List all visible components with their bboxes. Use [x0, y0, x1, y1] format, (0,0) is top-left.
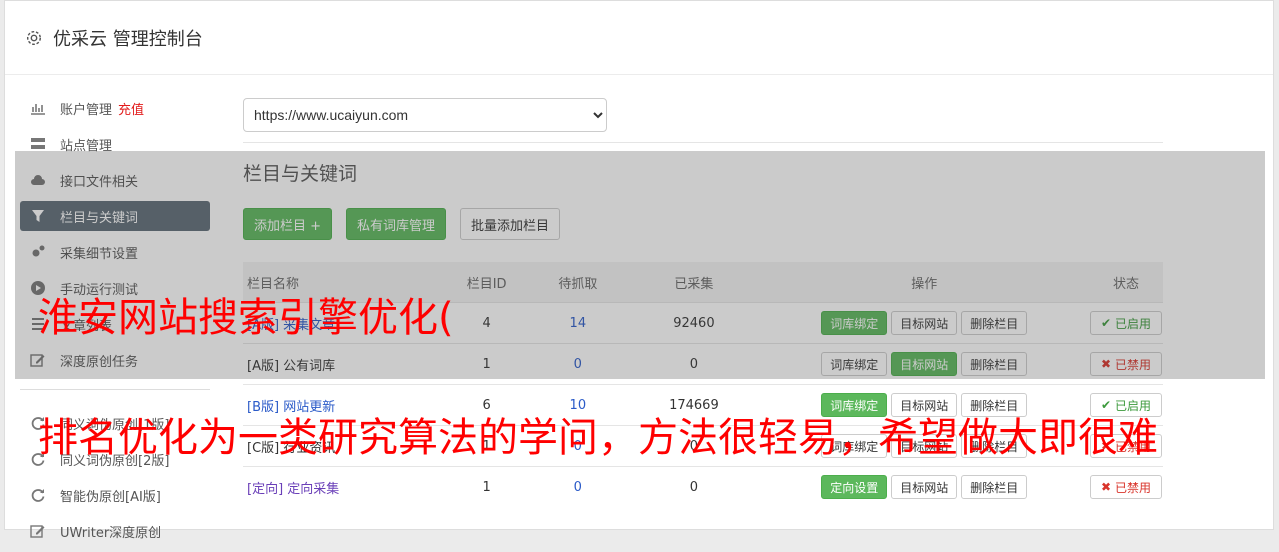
check-icon: ✔	[1101, 398, 1112, 412]
section-title: 栏目与关键词	[243, 163, 358, 185]
pending-count[interactable]: 0	[527, 343, 629, 385]
column-name-link[interactable]: [B版] 网站更新	[247, 400, 335, 415]
column-id: 4	[446, 302, 528, 344]
close-icon: ✖	[1101, 357, 1112, 371]
toolbar: 添加栏目 + 私有词库管理 批量添加栏目	[243, 208, 1163, 240]
recharge-link[interactable]: 充值	[118, 99, 144, 118]
pending-count[interactable]: 14	[527, 302, 629, 344]
bar-chart-icon	[31, 104, 45, 115]
gear-icon	[26, 30, 42, 45]
sidebar-divider	[20, 389, 210, 390]
sidebar-item-label: 栏目与关键词	[60, 210, 139, 226]
status-label: 已禁用	[1114, 480, 1151, 495]
pending-count[interactable]: 0	[527, 466, 629, 507]
column-header: 已采集	[628, 262, 760, 303]
divider	[243, 142, 1163, 143]
batch-add-button[interactable]: 批量添加栏目	[460, 208, 561, 240]
column-id: 1	[446, 343, 528, 385]
table-row: [A版] 公有词库 1 0 0 词库绑定 目标网站 删除栏目 ✖ 已禁用	[243, 343, 1163, 385]
sidebar-item-collect-settings[interactable]: 采集细节设置	[20, 237, 210, 267]
target-site-button[interactable]: 目标网站	[891, 352, 958, 376]
page-title: 优采云 管理控制台	[53, 28, 203, 50]
column-header: 操作	[759, 262, 1089, 303]
delete-column-button[interactable]: 删除栏目	[961, 475, 1028, 499]
sidebar-item-label: UWriter深度原创	[60, 525, 162, 541]
target-site-button[interactable]: 目标网站	[891, 393, 958, 417]
watermark-line-2: 排名优化为一类研究算法的学问，方法很轻易，希望做大即很难	[38, 415, 1158, 461]
delete-column-button[interactable]: 删除栏目	[961, 393, 1028, 417]
column-header: 状态	[1089, 262, 1163, 303]
bind-lexicon-button[interactable]: 词库绑定	[821, 352, 888, 376]
edit-icon	[30, 354, 45, 367]
close-icon: ✖	[1101, 480, 1112, 494]
sidebar-item-columns[interactable]: 栏目与关键词	[20, 201, 210, 231]
status-toggle[interactable]: ✖ 已禁用	[1090, 352, 1162, 376]
target-site-button[interactable]: 目标网站	[891, 311, 958, 335]
delete-column-button[interactable]: 删除栏目	[961, 352, 1028, 376]
status-label: 已禁用	[1114, 357, 1151, 372]
table-row: [定向] 定向采集 1 0 0 定向设置 目标网站 删除栏目 ✖ 已禁用	[243, 466, 1163, 507]
column-header: 待抓取	[527, 262, 629, 303]
watermark-line-1: 淮安网站搜索引擎优化(	[38, 295, 454, 341]
delete-column-button[interactable]: 删除栏目	[961, 311, 1028, 335]
sidebar-item-account[interactable]: 账户管理 充值	[20, 93, 210, 123]
column-name-link[interactable]: [定向] 定向采集	[247, 482, 339, 497]
direct-settings-button[interactable]: 定向设置	[821, 475, 888, 499]
column-name-link[interactable]: [A版] 公有词库	[247, 359, 335, 374]
collected-count: 0	[628, 466, 760, 507]
page-header: 优采云 管理控制台	[5, 1, 1273, 75]
column-header: 栏目ID	[446, 262, 528, 303]
sidebar-item-label: 站点管理	[60, 138, 113, 154]
filter-icon	[32, 210, 44, 222]
status-toggle[interactable]: ✔ 已启用	[1090, 311, 1162, 335]
bind-lexicon-button[interactable]: 词库绑定	[821, 393, 888, 417]
refresh-icon	[31, 489, 45, 502]
bind-lexicon-button[interactable]: 词库绑定	[821, 311, 888, 335]
sidebar-item-label: 采集细节设置	[60, 246, 139, 262]
add-column-button[interactable]: 添加栏目 +	[243, 208, 333, 240]
sidebar-item-label: 接口文件相关	[60, 174, 139, 190]
cogs-icon	[32, 245, 45, 257]
edit-icon	[30, 525, 45, 538]
sidebar-item-label: 账户管理	[60, 102, 113, 118]
private-lexicon-button[interactable]: 私有词库管理	[346, 208, 447, 240]
status-label: 已启用	[1114, 398, 1151, 413]
sidebar-item-deep-original[interactable]: 深度原创任务	[20, 345, 210, 375]
status-label: 已启用	[1114, 316, 1151, 331]
column-id: 1	[446, 466, 528, 507]
sidebar-item-sites[interactable]: 站点管理	[20, 129, 210, 159]
sidebar-item-ai-original[interactable]: 智能伪原创[AI版]	[20, 480, 210, 510]
target-site-button[interactable]: 目标网站	[891, 475, 958, 499]
play-icon	[31, 281, 45, 295]
sidebar-item-label: 深度原创任务	[60, 354, 139, 370]
site-select[interactable]: https://www.ucaiyun.com	[243, 98, 607, 132]
server-icon	[31, 138, 45, 149]
status-toggle[interactable]: ✔ 已启用	[1090, 393, 1162, 417]
check-icon: ✔	[1101, 316, 1112, 330]
cloud-upload-icon	[31, 175, 45, 185]
status-toggle[interactable]: ✖ 已禁用	[1090, 475, 1162, 499]
sidebar-item-label: 智能伪原创[AI版]	[60, 489, 161, 505]
sidebar-item-uwriter[interactable]: UWriter深度原创	[20, 516, 210, 546]
collected-count: 92460	[628, 302, 760, 344]
collected-count: 0	[628, 343, 760, 385]
sidebar-item-interface[interactable]: 接口文件相关	[20, 165, 210, 195]
